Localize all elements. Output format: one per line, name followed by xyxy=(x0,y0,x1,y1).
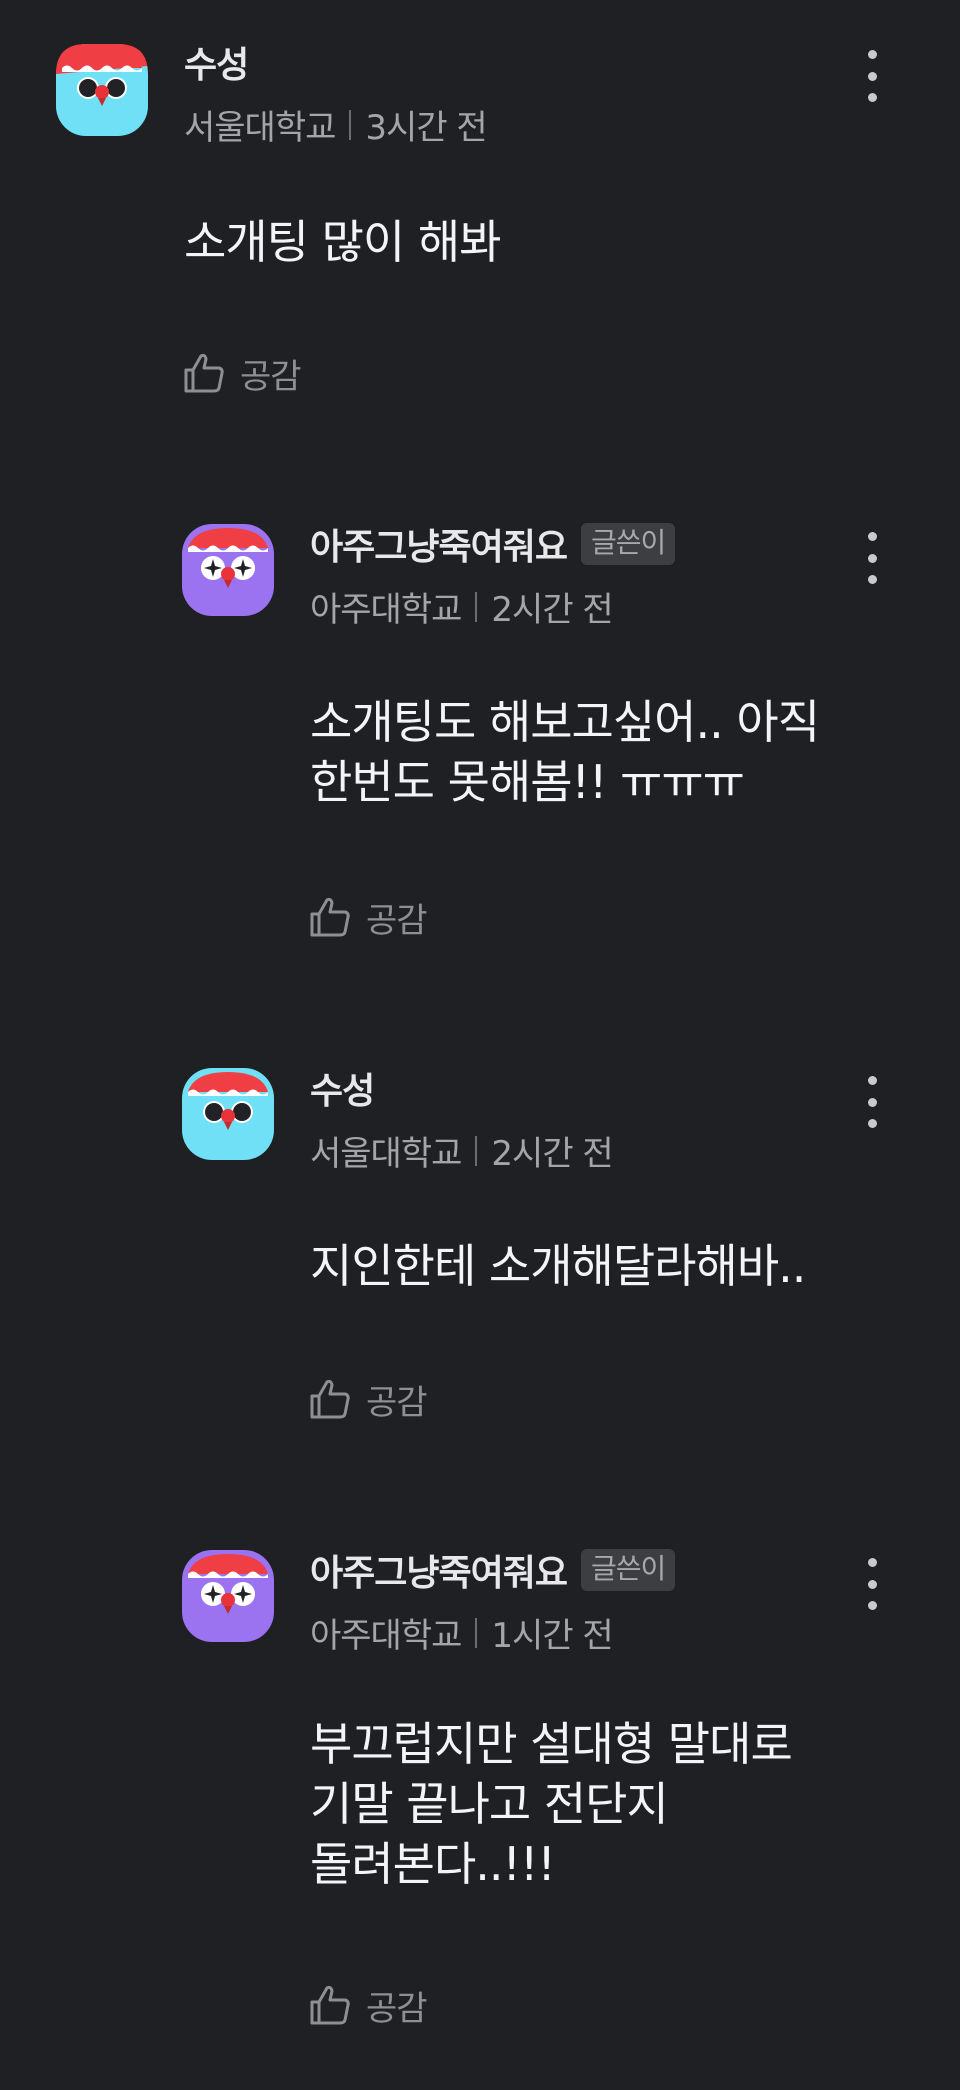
author-name[interactable]: 아주그냥죽여줘요 xyxy=(310,1544,568,1596)
more-options-button[interactable] xyxy=(852,1072,892,1132)
comment-text: 소개팅 많이 해봐 xyxy=(184,215,501,269)
like-label: 공감 xyxy=(366,1988,428,2029)
meta-divider xyxy=(475,1617,478,1648)
school-name: 서울대학교 xyxy=(310,1134,462,1174)
avatar[interactable] xyxy=(54,42,150,138)
thumbs-up-icon xyxy=(310,1379,350,1419)
thumbs-up-icon xyxy=(184,353,224,393)
comment-time: 2시간 전 xyxy=(491,1134,613,1174)
like-button[interactable]: 공감 xyxy=(182,348,302,398)
avatar[interactable] xyxy=(180,1066,276,1162)
thumbs-up-icon xyxy=(310,897,350,937)
author-name[interactable]: 아주그냥죽여줘요 xyxy=(310,518,568,570)
more-options-button[interactable] xyxy=(852,1554,892,1614)
meta-divider xyxy=(475,591,478,622)
author-row: 아주그냥죽여줘요 글쓴이 xyxy=(310,518,676,570)
writer-badge: 글쓴이 xyxy=(580,1549,676,1591)
more-dot xyxy=(867,1119,877,1128)
writer-badge: 글쓴이 xyxy=(580,523,676,565)
meta-divider xyxy=(475,1135,478,1166)
like-label: 공감 xyxy=(366,900,428,941)
more-vertical-icon xyxy=(867,1076,877,1085)
more-vertical-icon xyxy=(867,1558,877,1567)
comment-time: 1시간 전 xyxy=(491,1616,613,1656)
more-dot xyxy=(867,93,877,102)
thumbs-up-icon xyxy=(310,1985,350,2025)
like-button[interactable]: 공감 xyxy=(308,1374,428,1424)
school-name: 아주대학교 xyxy=(310,1616,462,1656)
like-label: 공감 xyxy=(366,1382,428,1423)
comment-text: 소개팅도 해보고싶어.. 아직 한번도 못해봄!! ㅠㅠㅠ xyxy=(310,695,820,809)
like-button[interactable]: 공감 xyxy=(308,1980,428,2030)
author-row: 수성 xyxy=(310,1062,375,1114)
more-vertical-icon xyxy=(867,50,877,59)
meta-divider xyxy=(349,109,352,140)
like-label: 공감 xyxy=(240,356,302,397)
school-name: 아주대학교 xyxy=(310,590,462,630)
comment-time: 2시간 전 xyxy=(491,590,613,630)
comment-meta: 서울대학교 2시간 전 xyxy=(310,1126,614,1175)
comment-meta: 아주대학교 2시간 전 xyxy=(310,582,614,631)
comment-text: 지인한테 소개해달라해바.. xyxy=(310,1239,806,1293)
more-dot xyxy=(867,553,877,563)
avatar[interactable] xyxy=(180,522,276,618)
more-dot xyxy=(867,71,877,81)
avatar[interactable] xyxy=(180,1548,276,1644)
more-options-button[interactable] xyxy=(852,46,892,106)
more-dot xyxy=(867,1601,877,1610)
more-dot xyxy=(867,1097,877,1107)
school-name: 서울대학교 xyxy=(184,108,336,148)
comment-time: 3시간 전 xyxy=(365,108,487,148)
comment-meta: 서울대학교 3시간 전 xyxy=(184,100,488,149)
comment-meta: 아주대학교 1시간 전 xyxy=(310,1608,614,1657)
author-row: 아주그냥죽여줘요 글쓴이 xyxy=(310,1544,676,1596)
author-name[interactable]: 수성 xyxy=(310,1062,375,1114)
more-dot xyxy=(867,575,877,584)
comment-text: 부끄럽지만 설대형 말대로 기말 끝나고 전단지 돌려본다..!!! xyxy=(310,1717,793,1891)
more-vertical-icon xyxy=(867,532,877,541)
author-row: 수성 xyxy=(184,36,249,88)
more-dot xyxy=(867,1579,877,1589)
like-button[interactable]: 공감 xyxy=(308,892,428,942)
more-options-button[interactable] xyxy=(852,528,892,588)
author-name[interactable]: 수성 xyxy=(184,36,249,88)
